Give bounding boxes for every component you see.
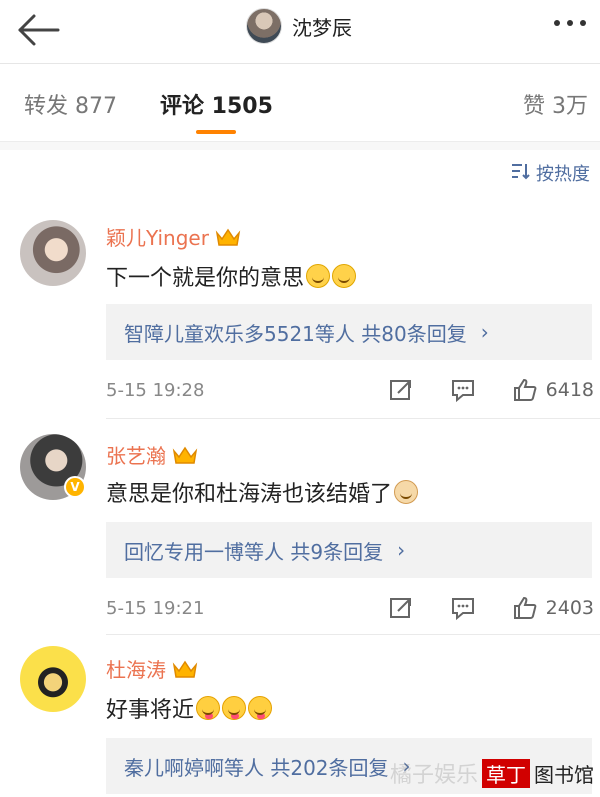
repost-button[interactable] xyxy=(388,377,414,403)
section-separator xyxy=(0,142,600,150)
timestamp: 5-15 19:28 xyxy=(106,379,205,401)
like-count: 6418 xyxy=(545,379,594,401)
verified-badge-icon: V xyxy=(64,476,86,498)
grin-emoji-icon xyxy=(306,264,331,288)
replies-preview[interactable]: 回忆专用一博等人 共9条回复 › xyxy=(106,522,592,578)
divider xyxy=(106,634,600,635)
like-count: 2403 xyxy=(545,597,594,619)
sort-icon xyxy=(510,162,530,185)
comment-text: 下一个就是你的意思 xyxy=(106,260,357,292)
avatar[interactable] xyxy=(20,220,86,286)
crown-badge-icon xyxy=(172,445,198,465)
comment-icon xyxy=(451,598,474,621)
replies-preview[interactable]: 智障儿童欢乐多5521等人 共80条回复 › xyxy=(106,304,592,360)
comment-meta: 5-15 19:28 6418 xyxy=(106,374,594,406)
sort-by-hot-button[interactable]: 按热度 xyxy=(510,160,590,186)
back-arrow-icon[interactable] xyxy=(14,12,62,48)
reply-button[interactable] xyxy=(450,377,476,403)
avatar[interactable] xyxy=(20,646,86,712)
comment-text: 意思是你和杜海涛也该结婚了 xyxy=(106,476,419,508)
love-emoji-icon xyxy=(222,696,247,720)
tab-bar: 转发 877 评论 1505 赞 3万 xyxy=(0,64,600,142)
commenter-name[interactable]: 杜海涛 xyxy=(106,654,198,683)
love-emoji-icon xyxy=(196,696,221,720)
repost-icon xyxy=(389,598,411,618)
chevron-right-icon: › xyxy=(480,320,489,344)
tab-repost[interactable]: 转发 877 xyxy=(24,88,117,120)
post-author[interactable]: 沈梦辰 xyxy=(246,6,352,46)
top-nav-bar: 沈梦辰 xyxy=(0,0,600,64)
cat-emoji-icon xyxy=(394,480,419,504)
love-emoji-icon xyxy=(248,696,273,720)
page-title: 沈梦辰 xyxy=(292,15,352,40)
grin-emoji-icon xyxy=(332,264,357,288)
like-button[interactable]: 6418 xyxy=(512,377,594,403)
crown-badge-icon xyxy=(172,659,198,679)
tab-comments[interactable]: 评论 1505 xyxy=(160,88,273,120)
reply-button[interactable] xyxy=(450,595,476,621)
commenter-name[interactable]: 张艺瀚 xyxy=(106,440,198,469)
active-tab-indicator xyxy=(196,130,236,134)
like-button[interactable]: 2403 xyxy=(512,595,594,621)
comment-meta: 5-15 19:21 2403 xyxy=(106,592,594,624)
crown-badge-icon xyxy=(215,227,241,247)
repost-button[interactable] xyxy=(388,595,414,621)
thumbs-up-icon xyxy=(513,596,537,619)
watermark: 橘子娱乐 草丁 图书馆 xyxy=(390,757,594,789)
divider xyxy=(106,418,600,419)
chevron-right-icon: › xyxy=(397,538,406,562)
commenter-name[interactable]: 颖儿Yinger xyxy=(106,222,241,251)
comment-text: 好事将近 xyxy=(106,692,273,724)
thumbs-up-icon xyxy=(513,378,537,401)
tab-likes[interactable]: 赞 3万 xyxy=(523,88,588,120)
repost-icon xyxy=(389,380,411,400)
timestamp: 5-15 19:21 xyxy=(106,597,205,619)
avatar[interactable] xyxy=(246,8,282,44)
more-dots-icon[interactable] xyxy=(554,18,586,28)
sort-label: 按热度 xyxy=(536,164,590,185)
comment-icon xyxy=(451,380,474,403)
